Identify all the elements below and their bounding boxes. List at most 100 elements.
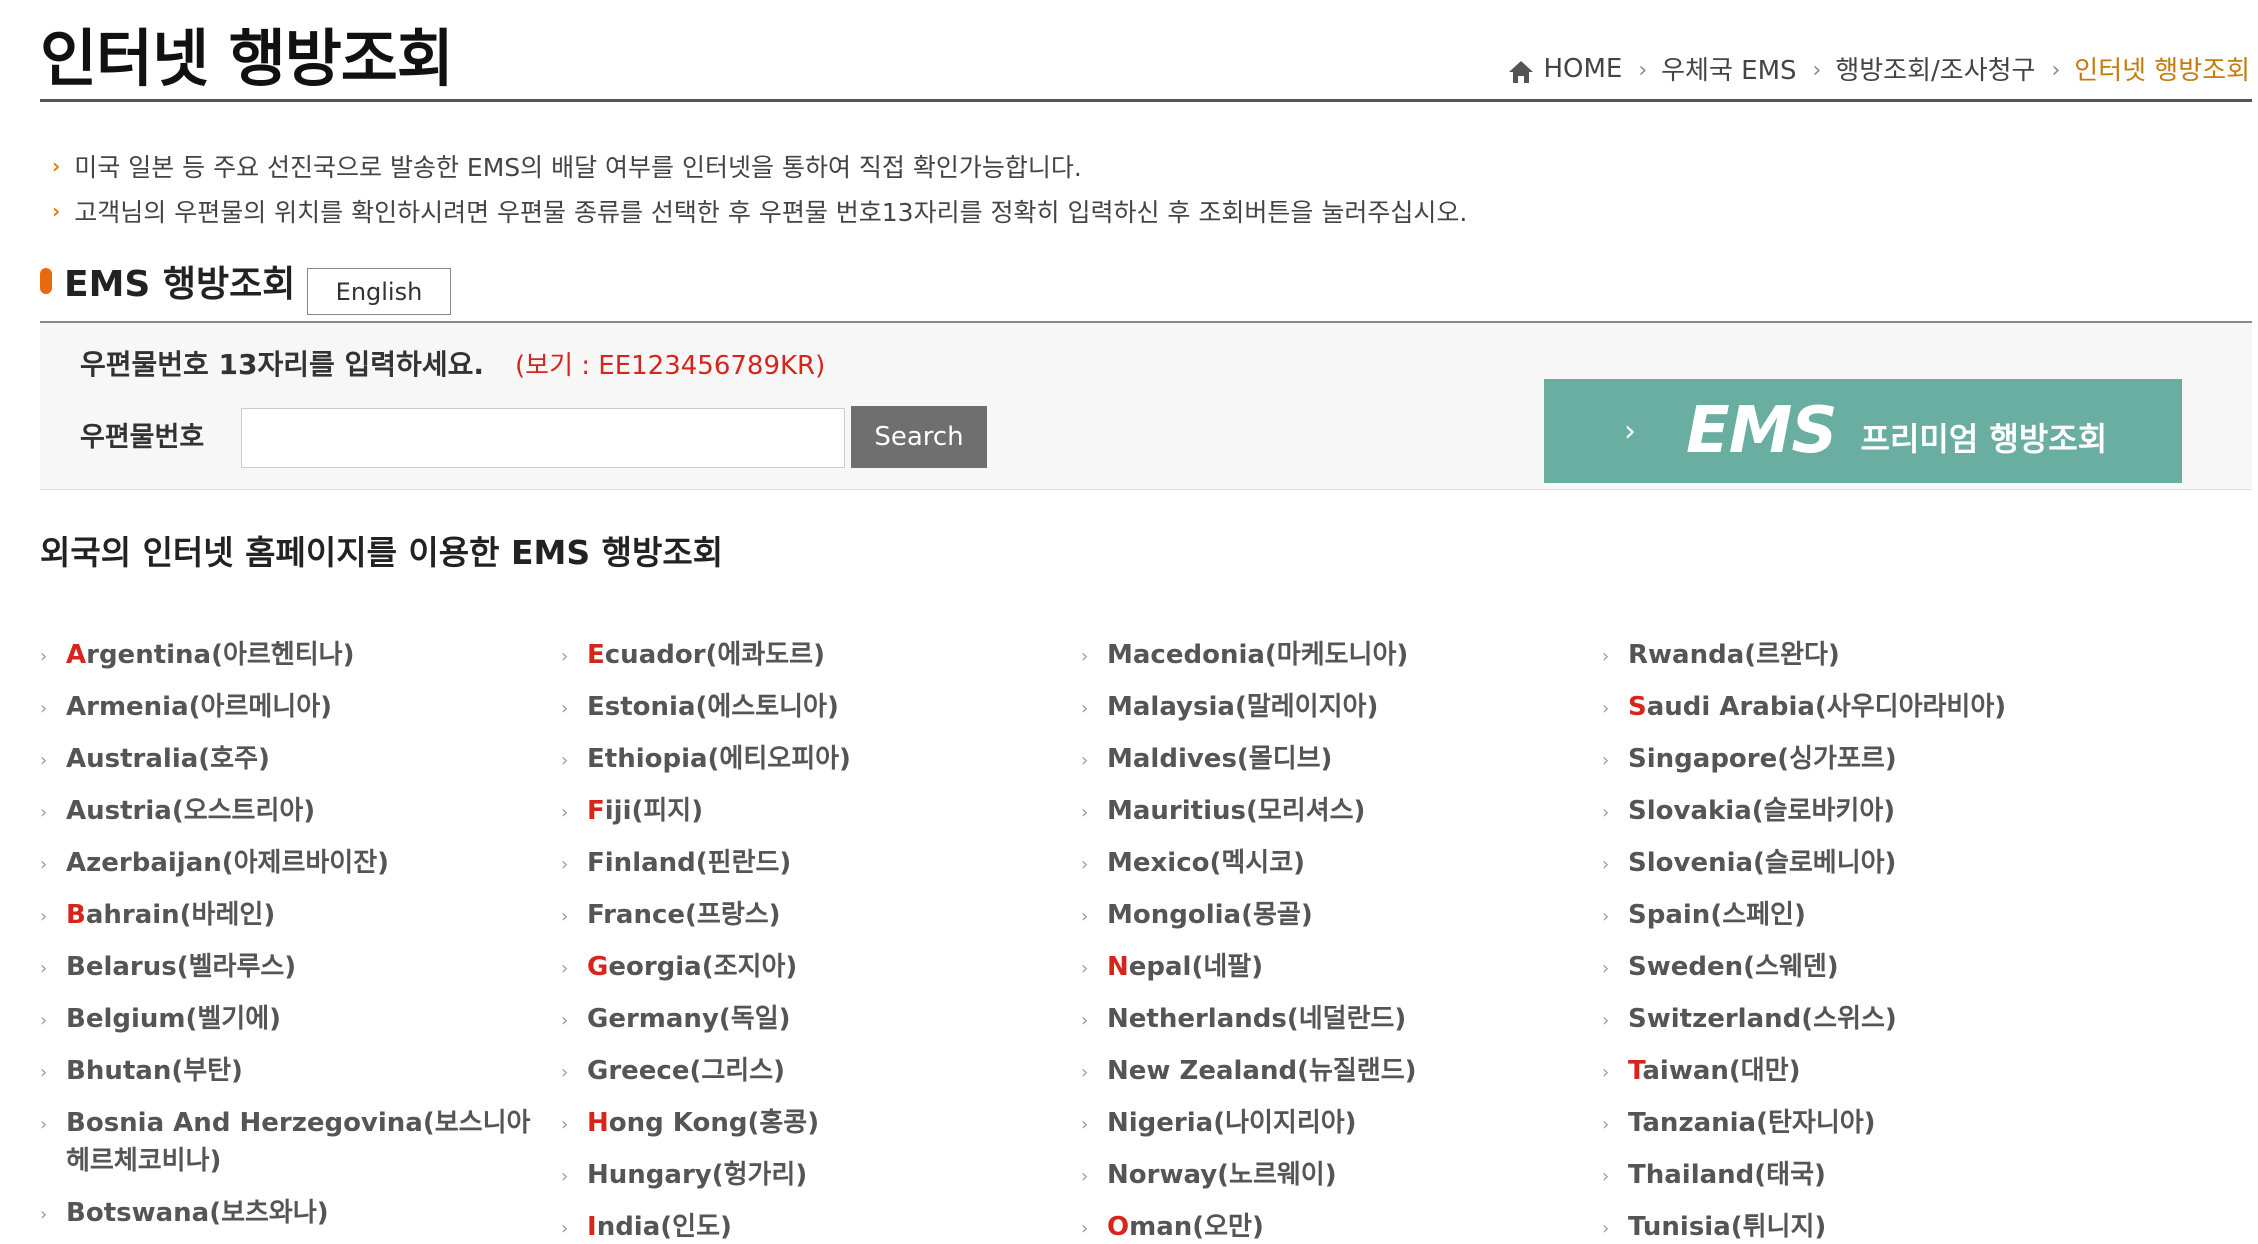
country-initial: S: [1628, 744, 1647, 774]
country-name: eorgia(조지아): [608, 952, 798, 982]
country-link[interactable]: › Ethiopia(에티오피아): [561, 740, 1061, 778]
chevron-right-icon: ›: [1812, 58, 1822, 83]
country-link[interactable]: › Netherlands(네덜란드): [1081, 1000, 1581, 1038]
country-initial: N: [1107, 1108, 1129, 1138]
country-link[interactable]: › Azerbaijan(아제르바이잔): [40, 844, 540, 882]
country-link[interactable]: › Switzerland(스위스): [1602, 1000, 2102, 1038]
country-link[interactable]: › Germany(독일): [561, 1000, 1061, 1038]
country-link[interactable]: › Slovenia(슬로베니아): [1602, 844, 2102, 882]
country-initial: N: [1107, 952, 1129, 982]
country-link[interactable]: › Malaysia(말레이지아): [1081, 688, 1581, 726]
bullet-arrow-icon: ›: [52, 198, 61, 223]
country-name: man(오만): [1129, 1212, 1264, 1242]
country-link[interactable]: › Austria(오스트리아): [40, 792, 540, 830]
country-link[interactable]: › Slovakia(슬로바키아): [1602, 792, 2102, 830]
country-link[interactable]: › Nepal(네팔): [1081, 948, 1581, 986]
breadcrumb-ems[interactable]: 우체국 EMS: [1661, 50, 1796, 87]
country-link[interactable]: › Mongolia(몽골): [1081, 896, 1581, 934]
country-initial: G: [587, 952, 609, 982]
country-initial: F: [587, 796, 605, 826]
country-initial: M: [1107, 900, 1133, 930]
country-link[interactable]: › Taiwan(대만): [1602, 1052, 2102, 1090]
country-link[interactable]: › New Zealand(뉴질랜드): [1081, 1052, 1581, 1090]
chevron-right-icon: ›: [1602, 646, 1610, 667]
country-name: reece(그리스): [608, 1056, 786, 1086]
country-link[interactable]: › Maldives(몰디브): [1081, 740, 1581, 778]
country-link[interactable]: › Thailand(태국): [1602, 1156, 2102, 1194]
country-link[interactable]: › Saudi Arabia(사우디아라비아): [1602, 688, 2102, 726]
country-name: thiopia(에티오피아): [604, 744, 851, 774]
search-button[interactable]: Search: [851, 406, 987, 468]
chevron-right-icon: ›: [1602, 1166, 1610, 1187]
country-link[interactable]: › Ecuador(에콰도르): [561, 636, 1061, 674]
premium-tracking-banner[interactable]: › EMS 프리미엄 행방조회: [1544, 379, 2182, 483]
country-link[interactable]: › Armenia(아르메니아): [40, 688, 540, 726]
chevron-right-icon: ›: [561, 646, 569, 667]
chevron-right-icon: ›: [1624, 413, 1636, 449]
country-link[interactable]: › Georgia(조지아): [561, 948, 1061, 986]
country-link[interactable]: › Mexico(멕시코): [1081, 844, 1581, 882]
country-link[interactable]: › Greece(그리스): [561, 1052, 1061, 1090]
breadcrumb-home[interactable]: HOME: [1543, 54, 1622, 84]
country-initial: E: [587, 640, 605, 670]
country-initial: S: [1628, 692, 1647, 722]
country-link[interactable]: › Bosnia And Herzegovina(보스니아헤르체코비나): [40, 1104, 540, 1180]
search-example: (보기 : EE123456789KR): [515, 351, 826, 381]
country-link[interactable]: › Tunisia(튀니지): [1602, 1208, 2102, 1244]
country-link[interactable]: › Belarus(벨라루스): [40, 948, 540, 986]
country-link[interactable]: › Argentina(아르헨티나): [40, 636, 540, 674]
country-link[interactable]: › Spain(스페인): [1602, 896, 2102, 934]
country-link[interactable]: › Finland(핀란드): [561, 844, 1061, 882]
country-link[interactable]: › Belgium(벨기에): [40, 1000, 540, 1038]
country-link[interactable]: › Hungary(헝가리): [561, 1156, 1061, 1194]
chevron-right-icon: ›: [1081, 1218, 1089, 1239]
country-link[interactable]: › Estonia(에스토니아): [561, 688, 1061, 726]
country-name: orway(노르웨이): [1128, 1160, 1337, 1190]
chevron-right-icon: ›: [561, 802, 569, 823]
chevron-right-icon: ›: [561, 906, 569, 927]
tracking-number-input[interactable]: [241, 408, 845, 468]
country-name: acedonia(마케도니아): [1132, 640, 1409, 670]
country-link[interactable]: › Australia(호주): [40, 740, 540, 778]
country-link[interactable]: › Oman(오만): [1081, 1208, 1581, 1244]
chevron-right-icon: ›: [1081, 1062, 1089, 1083]
country-initial: N: [1107, 1004, 1129, 1034]
breadcrumb-tracking-claims[interactable]: 행방조회/조사청구: [1835, 50, 2035, 87]
country-initial: S: [1628, 952, 1647, 982]
country-link[interactable]: › Mauritius(모리셔스): [1081, 792, 1581, 830]
country-link[interactable]: › Hong Kong(홍콩): [561, 1104, 1061, 1142]
country-link[interactable]: › Norway(노르웨이): [1081, 1156, 1581, 1194]
chevron-right-icon: ›: [1602, 906, 1610, 927]
country-link[interactable]: › Botswana(보츠와나): [40, 1194, 540, 1232]
country-link[interactable]: › India(인도): [561, 1208, 1061, 1244]
country-initial: S: [1628, 848, 1647, 878]
country-initial: M: [1107, 796, 1133, 826]
breadcrumb-current[interactable]: 인터넷 행방조회: [2074, 50, 2250, 87]
country-link[interactable]: › Nigeria(나이지리아): [1081, 1104, 1581, 1142]
country-link[interactable]: › Macedonia(마케도니아): [1081, 636, 1581, 674]
country-link[interactable]: › Tanzania(탄자니아): [1602, 1104, 2102, 1142]
country-name: witzerland(스위스): [1646, 1004, 1897, 1034]
notice-list: › 미국 일본 등 주요 선진국으로 발송한 EMS의 배달 여부를 인터넷을 …: [52, 143, 1467, 233]
home-icon[interactable]: [1507, 59, 1535, 85]
country-name: ingapore(싱가포르): [1646, 744, 1897, 774]
chevron-right-icon: ›: [1081, 646, 1089, 667]
country-link[interactable]: › France(프랑스): [561, 896, 1061, 934]
country-name: auritius(모리셔스): [1132, 796, 1366, 826]
english-button[interactable]: English: [307, 268, 451, 315]
country-initial: M: [1107, 640, 1133, 670]
country-name: etherlands(네덜란드): [1128, 1004, 1407, 1034]
country-initial: H: [587, 1108, 609, 1138]
country-link[interactable]: › Bahrain(바레인): [40, 896, 540, 934]
country-name: zerbaijan(아제르바이잔): [86, 848, 390, 878]
country-link[interactable]: › Singapore(싱가포르): [1602, 740, 2102, 778]
country-link[interactable]: › Bhutan(부탄): [40, 1052, 540, 1090]
chevron-right-icon: ›: [1602, 1062, 1610, 1083]
country-name: aldives(몰디브): [1132, 744, 1333, 774]
country-link[interactable]: › Rwanda(르완다): [1602, 636, 2102, 674]
country-link[interactable]: › Fiji(피지): [561, 792, 1061, 830]
country-name: audi Arabia(사우디아라비아): [1646, 692, 2007, 722]
chevron-right-icon: ›: [40, 802, 48, 823]
chevron-right-icon: ›: [1638, 58, 1648, 83]
country-link[interactable]: › Sweden(스웨덴): [1602, 948, 2102, 986]
